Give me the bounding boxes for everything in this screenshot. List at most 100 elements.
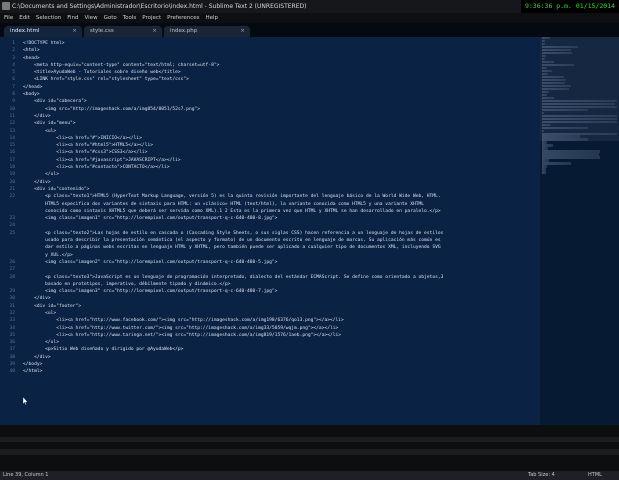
code-line[interactable]: 2 <html>	[0, 47, 540, 54]
code-line[interactable]: 18 <li><a href="#contacto">CONTACTO</a><…	[0, 164, 540, 171]
code-line[interactable]: 33 <li><a href="http://www.facebook.com/…	[0, 317, 540, 324]
code-text[interactable]: </head>	[23, 84, 42, 91]
code-line[interactable]: 7 </head>	[0, 84, 540, 91]
code-text[interactable]: <html>	[23, 47, 40, 54]
code-line[interactable]: 29 <img class="imagen3" src="http://lore…	[0, 288, 540, 295]
code-text[interactable]: dar estilo a páginas webs escritas en le…	[23, 244, 441, 251]
code-text[interactable]: HTML5 especifica dos variantes de sintax…	[23, 201, 424, 208]
code-text[interactable]: </div>	[23, 295, 51, 302]
code-line[interactable]: 27	[0, 266, 540, 273]
code-line[interactable]: 26 <img class="imagen2" src="http://lore…	[0, 259, 540, 266]
code-line[interactable]: 6 <LINK href="style.css" rel="stylesheet…	[0, 76, 540, 83]
code-line[interactable]: dar estilo a páginas webs escritas en le…	[0, 244, 540, 251]
code-line[interactable]: 30 </div>	[0, 295, 540, 302]
code-text[interactable]: </div>	[23, 113, 51, 120]
code-line[interactable]: 28 <p class="texto3">JavaScript es un le…	[0, 274, 540, 281]
code-text[interactable]: <li><a href="http://www.facebook.com/"><…	[23, 317, 344, 324]
menu-item-view[interactable]: View	[85, 15, 98, 21]
code-text[interactable]: </div>	[23, 179, 51, 186]
code-line[interactable]: 13 <ul>	[0, 128, 540, 135]
code-line[interactable]: y XUL.</p>	[0, 252, 540, 259]
code-text[interactable]: </ul>	[23, 171, 59, 178]
tab-style-css[interactable]: style.css ×	[84, 26, 162, 37]
code-text[interactable]: basado en prototipos, imperativo, débilm…	[23, 281, 230, 288]
code-line[interactable]: 32 <ul>	[0, 310, 540, 317]
code-line[interactable]: 12 <div id="menu">	[0, 120, 540, 127]
code-text[interactable]: <div id="contenido">	[23, 186, 89, 193]
code-line[interactable]: 39 </body>	[0, 361, 540, 368]
menu-item-preferences[interactable]: Preferences	[167, 15, 199, 21]
code-line[interactable]: 16 <li><a href="#css3">CSS3</a></li>	[0, 149, 540, 156]
code-line[interactable]: 20 </div>	[0, 179, 540, 186]
close-icon[interactable]: ×	[240, 26, 245, 37]
menu-item-edit[interactable]: Edit	[19, 15, 30, 21]
code-text[interactable]: <!DOCTYPE html>	[23, 40, 65, 47]
code-text[interactable]: <p class="texto3">JavaScript es un lengu…	[23, 274, 443, 281]
menu-item-selection[interactable]: Selection	[36, 15, 61, 21]
code-text[interactable]: <p>Sitio Web diseñado y dirigido por @Ay…	[23, 346, 183, 353]
code-line[interactable]: 15 <li><a href="#html5">HTML5</a></li>	[0, 142, 540, 149]
code-line[interactable]: 21 <div id="contenido">	[0, 186, 540, 193]
close-icon[interactable]: ×	[152, 26, 157, 37]
code-text[interactable]: <img class="imagen3" src="http://lorempi…	[23, 288, 277, 295]
code-area[interactable]: 1 <!DOCTYPE html> 2 <html> 3 <head> 4 <meta ht…	[0, 40, 540, 376]
code-line[interactable]: 23 <img class="imagen1" src="http://lore…	[0, 215, 540, 222]
code-line[interactable]: 22 <p class="texto1">HTML5 (HyperText Ma…	[0, 193, 540, 200]
code-text[interactable]: <div id="footer">	[23, 303, 81, 310]
code-text[interactable]: <img class="imagen2" src="http://lorempi…	[23, 259, 277, 266]
code-text[interactable]: <img class="imagen1" src="http://lorempi…	[23, 215, 277, 222]
code-text[interactable]: <li><a href="http://www.taringa.net/"><i…	[23, 332, 341, 339]
code-text[interactable]: </div>	[23, 354, 51, 361]
code-text[interactable]: <ul>	[23, 128, 56, 135]
code-line[interactable]: 24	[0, 222, 540, 229]
code-text[interactable]: <body>	[23, 91, 40, 98]
code-text[interactable]: <head>	[23, 55, 40, 62]
code-line[interactable]: 38 </div>	[0, 354, 540, 361]
menu-item-file[interactable]: File	[4, 15, 13, 21]
tab-index-html[interactable]: index.html ×	[4, 26, 82, 37]
close-icon[interactable]: ×	[72, 26, 77, 37]
code-text[interactable]: <li><a href="#">INICIO</a></li>	[23, 135, 142, 142]
code-text[interactable]: usado para describir la presentación sem…	[23, 237, 441, 244]
code-line[interactable]: 4 <meta http-equiv="content-type" conten…	[0, 62, 540, 69]
code-text[interactable]: <meta http-equiv="content-type" content=…	[23, 62, 219, 69]
code-line[interactable]: 35 <li><a href="http://www.taringa.net/"…	[0, 332, 540, 339]
menu-item-goto[interactable]: Goto	[104, 15, 117, 21]
code-text[interactable]: <li><a href="#css3">CSS3</a></li>	[23, 149, 147, 156]
code-line[interactable]: 37 <p>Sitio Web diseñado y dirigido por …	[0, 346, 540, 353]
tab-index-php[interactable]: index.php ×	[164, 26, 250, 37]
code-text[interactable]: <li><a href="http://www.twitter.com/"><i…	[23, 325, 338, 332]
code-text[interactable]: <p class="texto2">Las hojas de estilo en…	[23, 230, 443, 237]
code-text[interactable]: <ul>	[23, 310, 56, 317]
code-line[interactable]: 9 <div id="cabecera">	[0, 98, 540, 105]
code-line[interactable]: conocida como sintaxis XHTML5 que deberá…	[0, 208, 540, 215]
code-line[interactable]: 10 <img src="http://imageshack.com/a/img…	[0, 106, 540, 113]
code-text[interactable]: </body>	[23, 361, 42, 368]
code-text[interactable]: <li><a href="#javascript">JAVASCRIPT</a>…	[23, 157, 180, 164]
code-line[interactable]: 25 <p class="texto2">Las hojas de estilo…	[0, 230, 540, 237]
code-text[interactable]: y XUL.</p>	[23, 252, 73, 259]
code-line[interactable]: 11 </div>	[0, 113, 540, 120]
tab-size[interactable]: Tab Size: 4	[528, 471, 555, 480]
code-line[interactable]: usado para describir la presentación sem…	[0, 237, 540, 244]
code-line[interactable]: 36 </ul>	[0, 339, 540, 346]
code-text[interactable]: </html>	[23, 368, 42, 375]
code-text[interactable]: </ul>	[23, 339, 59, 346]
code-text[interactable]: <li><a href="#contacto">CONTACTO</a></li…	[23, 164, 169, 171]
code-text[interactable]: <title>AyudaWeb - Tutoriales sobre diseñ…	[23, 69, 181, 76]
code-line[interactable]: 14 <li><a href="#">INICIO</a></li>	[0, 135, 540, 142]
minimap[interactable]	[540, 37, 619, 425]
code-text[interactable]: <img src="http://imageshack.com/a/img854…	[23, 106, 200, 113]
code-text[interactable]: <div id="cabecera">	[23, 98, 87, 105]
code-line[interactable]: 3 <head>	[0, 55, 540, 62]
code-line[interactable]: basado en prototipos, imperativo, débilm…	[0, 281, 540, 288]
code-text[interactable]: <li><a href="#html5">HTML5</a></li>	[23, 142, 153, 149]
syntax-mode[interactable]: HTML	[588, 471, 602, 480]
code-text[interactable]: <div id="menu">	[23, 120, 76, 127]
code-line[interactable]: 31 <div id="footer">	[0, 303, 540, 310]
code-line[interactable]: 17 <li><a href="#javascript">JAVASCRIPT<…	[0, 157, 540, 164]
code-line[interactable]: 8 <body>	[0, 91, 540, 98]
code-line[interactable]: 1 <!DOCTYPE html>	[0, 40, 540, 47]
menu-item-find[interactable]: Find	[67, 15, 78, 21]
code-text[interactable]: <p class="texto1">HTML5 (HyperText Marku…	[23, 193, 441, 200]
